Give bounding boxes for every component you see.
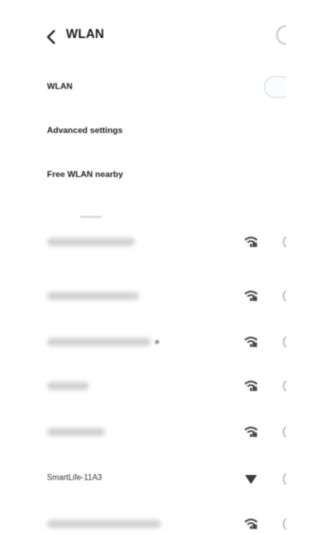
wifi-locked-icon <box>244 518 258 530</box>
page-title: WLAN <box>66 27 105 41</box>
free-wlan-nearby-row[interactable]: Free WLAN nearby <box>0 158 286 192</box>
network-item[interactable] <box>0 412 286 452</box>
wifi-open-icon <box>244 473 258 485</box>
network-info-icon[interactable] <box>283 472 286 486</box>
network-name-redacted <box>47 520 161 528</box>
network-item[interactable] <box>0 222 286 262</box>
network-info-icon[interactable] <box>283 235 286 249</box>
free-wlan-nearby-label: Free WLAN nearby <box>47 169 124 179</box>
wlan-label: WLAN <box>47 81 73 91</box>
advanced-settings-label: Advanced settings <box>47 125 123 135</box>
wlan-toggle-row[interactable]: WLAN <box>0 70 286 104</box>
wifi-locked-icon <box>244 236 258 248</box>
network-name-redacted <box>47 428 105 436</box>
network-name-redacted <box>47 382 89 390</box>
network-name-redacted <box>47 338 151 346</box>
network-item[interactable] <box>0 504 286 535</box>
chevron-left-icon <box>46 30 56 44</box>
wifi-locked-icon <box>244 290 258 302</box>
network-info-icon[interactable] <box>283 335 286 349</box>
network-item[interactable] <box>0 322 286 362</box>
network-item[interactable] <box>0 276 286 316</box>
wifi-locked-icon <box>244 426 258 438</box>
advanced-settings-row[interactable]: Advanced settings <box>0 114 286 148</box>
network-name-redacted <box>47 292 139 300</box>
help-icon[interactable] <box>276 25 286 45</box>
wlan-settings-screen: WLAN WLAN Advanced settings Free WLAN ne… <box>0 0 286 535</box>
network-name-redacted <box>47 238 135 246</box>
back-button[interactable] <box>42 28 60 46</box>
redacted-mark <box>155 340 159 344</box>
network-name: SmartLife-11A3 <box>47 473 102 482</box>
header: WLAN <box>0 0 286 70</box>
network-item[interactable]: SmartLife-11A3 <box>0 458 286 498</box>
network-info-icon[interactable] <box>283 517 286 531</box>
network-info-icon[interactable] <box>283 289 286 303</box>
network-item[interactable] <box>0 366 286 406</box>
network-info-icon[interactable] <box>283 379 286 393</box>
wlan-toggle-switch[interactable] <box>264 76 286 98</box>
section-divider <box>80 216 102 218</box>
network-info-icon[interactable] <box>283 425 286 439</box>
wifi-locked-icon <box>244 336 258 348</box>
wifi-locked-icon <box>244 380 258 392</box>
